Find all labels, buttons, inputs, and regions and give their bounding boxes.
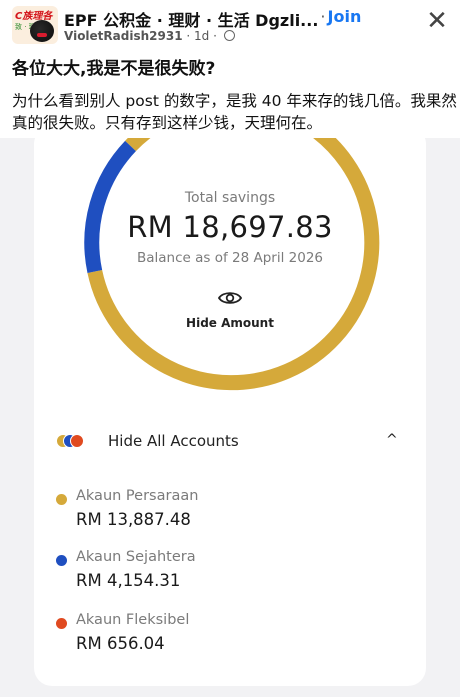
account-name: Akaun Persaraan: [76, 488, 199, 504]
post-title: 各位大大,我是不是很失败?: [12, 59, 216, 79]
account-amount: RM 656.04: [76, 634, 165, 653]
total-savings-label: Total savings: [184, 190, 276, 206]
hide-all-accounts-label: Hide All Accounts: [108, 432, 239, 450]
group-avatar[interactable]: C族理各 致 · 理: [12, 6, 58, 44]
author-name[interactable]: VioletRadish2931: [64, 29, 183, 43]
account-amount: RM 4,154.31: [76, 571, 181, 590]
avatar-text: C族理各: [15, 11, 53, 22]
account-name: Akaun Fleksibel: [76, 612, 190, 628]
account-name: Akaun Sejahtera: [76, 549, 196, 565]
avatar-mouth-icon: [37, 33, 47, 37]
group-line: EPF 公积金 · 理财 · 生活 Dgzli... · Join: [64, 7, 404, 31]
post-body: 为什么看到别人 post 的数字，是我 40 年来存的钱几倍。我果然真的很失败。…: [12, 92, 457, 132]
balance-date: Balance as of 28 April 2026: [136, 250, 323, 266]
orange-dot-icon: [56, 618, 67, 629]
hide-all-accounts-row[interactable]: Hide All Accounts ^: [56, 430, 406, 454]
separator-dot: ·: [186, 29, 191, 43]
post-time[interactable]: 1d: [194, 29, 209, 43]
separator-dot: ·: [320, 7, 326, 26]
post-image[interactable]: Total savings RM 18,697.83 Balance as of…: [0, 138, 460, 697]
chevron-up-icon[interactable]: ^: [386, 432, 398, 448]
globe-icon: [223, 30, 235, 41]
accounts-dots-icon: [56, 434, 86, 448]
post-header: C族理各 致 · 理 EPF 公积金 · 理财 · 生活 Dgzli... · Jo…: [0, 0, 460, 48]
gold-dot-icon: [56, 494, 67, 505]
join-button[interactable]: Join: [328, 7, 362, 26]
group-name-link[interactable]: EPF 公积金 · 理财 · 生活 Dgzli...: [64, 7, 318, 31]
account-amount: RM 13,887.48: [76, 510, 191, 529]
post-meta: VioletRadish2931 · 1d ·: [64, 29, 235, 43]
savings-ring-chart: [84, 138, 380, 391]
eye-icon[interactable]: [218, 290, 242, 306]
avatar-face-icon: [30, 20, 54, 42]
separator-dot: ·: [213, 29, 217, 43]
close-button[interactable]: ✕: [422, 6, 452, 36]
hide-amount-button[interactable]: Hide Amount: [34, 316, 426, 330]
total-savings-value: RM 18,697.83: [127, 210, 333, 244]
blue-dot-icon: [56, 555, 67, 566]
